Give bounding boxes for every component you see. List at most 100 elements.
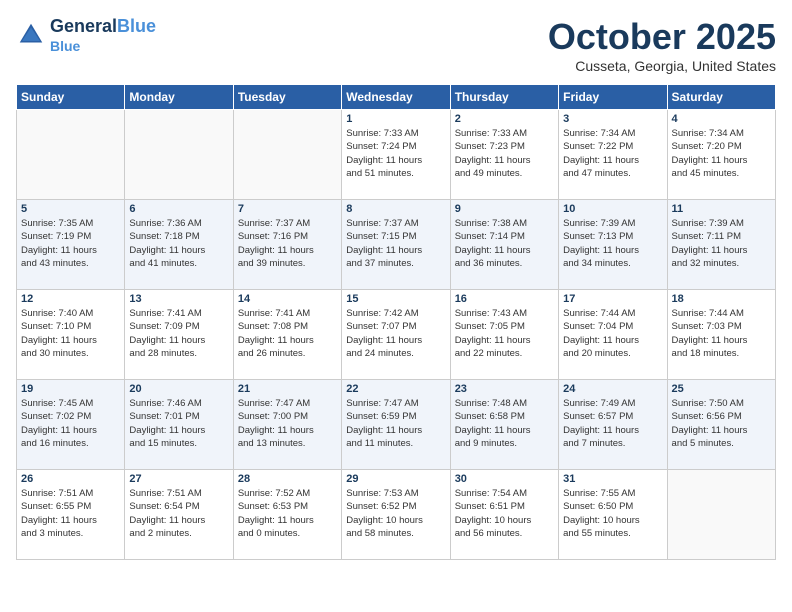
day-header-monday: Monday: [125, 85, 233, 110]
day-cell: 5 Sunrise: 7:35 AM Sunset: 7:19 PM Daylig…: [17, 200, 125, 290]
day-info: Sunrise: 7:47 AM Sunset: 6:59 PM Dayligh…: [346, 397, 445, 450]
day-number: 9: [455, 203, 554, 215]
day-info: Sunrise: 7:41 AM Sunset: 7:08 PM Dayligh…: [238, 307, 337, 360]
day-number: 6: [129, 203, 228, 215]
day-info: Sunrise: 7:43 AM Sunset: 7:05 PM Dayligh…: [455, 307, 554, 360]
day-info: Sunrise: 7:36 AM Sunset: 7:18 PM Dayligh…: [129, 217, 228, 270]
day-info: Sunrise: 7:38 AM Sunset: 7:14 PM Dayligh…: [455, 217, 554, 270]
day-cell: 4 Sunrise: 7:34 AM Sunset: 7:20 PM Daylig…: [667, 110, 775, 200]
day-cell: [233, 110, 341, 200]
day-info: Sunrise: 7:33 AM Sunset: 7:24 PM Dayligh…: [346, 127, 445, 180]
day-number: 18: [672, 293, 771, 305]
day-cell: 26 Sunrise: 7:51 AM Sunset: 6:55 PM Dayli…: [17, 470, 125, 560]
day-number: 26: [21, 473, 120, 485]
day-number: 14: [238, 293, 337, 305]
day-cell: 7 Sunrise: 7:37 AM Sunset: 7:16 PM Daylig…: [233, 200, 341, 290]
day-cell: 2 Sunrise: 7:33 AM Sunset: 7:23 PM Daylig…: [450, 110, 558, 200]
day-headers-row: SundayMondayTuesdayWednesdayThursdayFrid…: [17, 85, 776, 110]
day-info: Sunrise: 7:55 AM Sunset: 6:50 PM Dayligh…: [563, 487, 662, 540]
day-header-tuesday: Tuesday: [233, 85, 341, 110]
day-number: 16: [455, 293, 554, 305]
day-info: Sunrise: 7:37 AM Sunset: 7:15 PM Dayligh…: [346, 217, 445, 270]
day-info: Sunrise: 7:49 AM Sunset: 6:57 PM Dayligh…: [563, 397, 662, 450]
day-cell: 9 Sunrise: 7:38 AM Sunset: 7:14 PM Daylig…: [450, 200, 558, 290]
week-row-4: 19Sunrise: 7:45 AM Sunset: 7:02 PM Dayli…: [17, 380, 776, 470]
day-number: 11: [672, 203, 771, 215]
day-cell: 29 Sunrise: 7:53 AM Sunset: 6:52 PM Dayli…: [342, 470, 450, 560]
day-number: 1: [346, 113, 445, 125]
day-number: 28: [238, 473, 337, 485]
day-cell: [667, 470, 775, 560]
week-row-2: 5 Sunrise: 7:35 AM Sunset: 7:19 PM Daylig…: [17, 200, 776, 290]
week-row-3: 12 Sunrise: 7:40 AM Sunset: 7:10 PM Dayli…: [17, 290, 776, 380]
day-header-thursday: Thursday: [450, 85, 558, 110]
day-cell: 16 Sunrise: 7:43 AM Sunset: 7:05 PM Dayli…: [450, 290, 558, 380]
day-info: Sunrise: 7:39 AM Sunset: 7:11 PM Dayligh…: [672, 217, 771, 270]
day-number: 7: [238, 203, 337, 215]
day-number: 25: [672, 383, 771, 395]
day-cell: 27 Sunrise: 7:51 AM Sunset: 6:54 PM Dayli…: [125, 470, 233, 560]
day-number: 13: [129, 293, 228, 305]
day-info: Sunrise: 7:51 AM Sunset: 6:54 PM Dayligh…: [129, 487, 228, 540]
day-cell: 6 Sunrise: 7:36 AM Sunset: 7:18 PM Daylig…: [125, 200, 233, 290]
day-info: Sunrise: 7:40 AM Sunset: 7:10 PM Dayligh…: [21, 307, 120, 360]
day-info: Sunrise: 7:48 AM Sunset: 6:58 PM Dayligh…: [455, 397, 554, 450]
day-number: 4: [672, 113, 771, 125]
day-number: 29: [346, 473, 445, 485]
day-info: Sunrise: 7:35 AM Sunset: 7:19 PM Dayligh…: [21, 217, 120, 270]
day-info: Sunrise: 7:44 AM Sunset: 7:03 PM Dayligh…: [672, 307, 771, 360]
day-info: Sunrise: 7:41 AM Sunset: 7:09 PM Dayligh…: [129, 307, 228, 360]
title-block: October 2025 Cusseta, Georgia, United St…: [548, 16, 776, 74]
day-cell: 12 Sunrise: 7:40 AM Sunset: 7:10 PM Dayli…: [17, 290, 125, 380]
logo: GeneralBlue Blue: [16, 16, 156, 54]
day-info: Sunrise: 7:46 AM Sunset: 7:01 PM Dayligh…: [129, 397, 228, 450]
day-number: 24: [563, 383, 662, 395]
page-header: GeneralBlue Blue October 2025 Cusseta, G…: [16, 16, 776, 74]
day-cell: [17, 110, 125, 200]
day-number: 15: [346, 293, 445, 305]
logo-icon: [16, 20, 46, 50]
day-cell: 22 Sunrise: 7:47 AM Sunset: 6:59 PM Dayli…: [342, 380, 450, 470]
month-title: October 2025: [548, 16, 776, 58]
day-info: Sunrise: 7:37 AM Sunset: 7:16 PM Dayligh…: [238, 217, 337, 270]
week-row-5: 26 Sunrise: 7:51 AM Sunset: 6:55 PM Dayli…: [17, 470, 776, 560]
day-cell: 17Sunrise: 7:44 AM Sunset: 7:04 PM Dayli…: [559, 290, 667, 380]
day-cell: 13 Sunrise: 7:41 AM Sunset: 7:09 PM Dayli…: [125, 290, 233, 380]
day-number: 21: [238, 383, 337, 395]
day-number: 27: [129, 473, 228, 485]
day-cell: 19Sunrise: 7:45 AM Sunset: 7:02 PM Dayli…: [17, 380, 125, 470]
day-info: Sunrise: 7:52 AM Sunset: 6:53 PM Dayligh…: [238, 487, 337, 540]
day-number: 17: [563, 293, 662, 305]
day-header-saturday: Saturday: [667, 85, 775, 110]
day-cell: 15 Sunrise: 7:42 AM Sunset: 7:07 PM Dayli…: [342, 290, 450, 380]
day-number: 19: [21, 383, 120, 395]
day-cell: 8Sunrise: 7:37 AM Sunset: 7:15 PM Daylig…: [342, 200, 450, 290]
day-info: Sunrise: 7:53 AM Sunset: 6:52 PM Dayligh…: [346, 487, 445, 540]
day-info: Sunrise: 7:34 AM Sunset: 7:22 PM Dayligh…: [563, 127, 662, 180]
day-number: 22: [346, 383, 445, 395]
day-cell: [125, 110, 233, 200]
day-cell: 24 Sunrise: 7:49 AM Sunset: 6:57 PM Dayli…: [559, 380, 667, 470]
day-number: 12: [21, 293, 120, 305]
location-subtitle: Cusseta, Georgia, United States: [548, 58, 776, 74]
week-row-1: 1 Sunrise: 7:33 AM Sunset: 7:24 PM Daylig…: [17, 110, 776, 200]
day-cell: 11 Sunrise: 7:39 AM Sunset: 7:11 PM Dayli…: [667, 200, 775, 290]
day-header-sunday: Sunday: [17, 85, 125, 110]
day-number: 23: [455, 383, 554, 395]
day-header-friday: Friday: [559, 85, 667, 110]
calendar-table: SundayMondayTuesdayWednesdayThursdayFrid…: [16, 84, 776, 560]
day-cell: 1 Sunrise: 7:33 AM Sunset: 7:24 PM Daylig…: [342, 110, 450, 200]
day-info: Sunrise: 7:54 AM Sunset: 6:51 PM Dayligh…: [455, 487, 554, 540]
logo-text: GeneralBlue Blue: [50, 16, 156, 54]
day-number: 31: [563, 473, 662, 485]
day-info: Sunrise: 7:33 AM Sunset: 7:23 PM Dayligh…: [455, 127, 554, 180]
day-info: Sunrise: 7:51 AM Sunset: 6:55 PM Dayligh…: [21, 487, 120, 540]
day-info: Sunrise: 7:39 AM Sunset: 7:13 PM Dayligh…: [563, 217, 662, 270]
day-number: 30: [455, 473, 554, 485]
day-number: 5: [21, 203, 120, 215]
day-number: 2: [455, 113, 554, 125]
day-info: Sunrise: 7:34 AM Sunset: 7:20 PM Dayligh…: [672, 127, 771, 180]
day-cell: 28 Sunrise: 7:52 AM Sunset: 6:53 PM Dayli…: [233, 470, 341, 560]
day-info: Sunrise: 7:42 AM Sunset: 7:07 PM Dayligh…: [346, 307, 445, 360]
day-cell: 25Sunrise: 7:50 AM Sunset: 6:56 PM Dayli…: [667, 380, 775, 470]
